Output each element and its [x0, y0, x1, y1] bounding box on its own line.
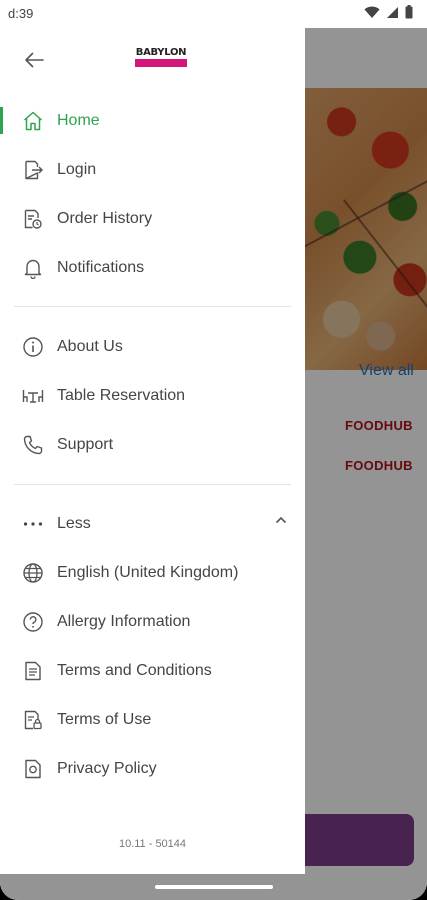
status-time: d:39: [8, 6, 34, 21]
chevron-up-icon: [275, 516, 287, 524]
more-menu: Less English (United Kingdom) Allergy In…: [0, 499, 305, 793]
table-icon: [22, 385, 44, 407]
menu-label: Terms and Conditions: [57, 661, 212, 679]
receipt-icon: [22, 208, 44, 230]
battery-icon: [405, 5, 413, 19]
menu-label: Table Reservation: [57, 386, 186, 404]
more-horizontal-icon: [22, 513, 44, 535]
menu-label: Less: [57, 514, 91, 532]
logo-text: BABYLON: [135, 47, 187, 58]
menu-item-notifications[interactable]: Notifications: [0, 243, 305, 292]
home-icon: [22, 110, 44, 132]
menu-item-order-history[interactable]: Order History: [0, 194, 305, 243]
menu-label: Notifications: [57, 258, 145, 276]
wifi-icon: [364, 6, 380, 19]
privacy-icon: [22, 758, 44, 780]
phone-icon: [22, 434, 44, 456]
menu-item-language[interactable]: English (United Kingdom): [0, 548, 305, 597]
status-bar: d:39: [0, 0, 427, 28]
globe-icon: [22, 562, 44, 584]
back-button[interactable]: [18, 44, 50, 76]
bell-icon: [22, 257, 44, 279]
menu-label: Privacy Policy: [57, 759, 157, 777]
menu-label: Allergy Information: [57, 612, 191, 630]
arrow-left-icon: [24, 52, 44, 68]
phone-screen: d:39 View all FOODHUB FOODHUB BABYLON Ho…: [0, 0, 427, 900]
menu-item-about-us[interactable]: About Us: [0, 322, 305, 371]
menu-item-less-toggle[interactable]: Less: [0, 499, 305, 548]
logo-band: [135, 59, 187, 67]
info-menu: About Us Table Reservation Support: [0, 322, 305, 469]
menu-item-privacy-policy[interactable]: Privacy Policy: [0, 744, 305, 793]
login-icon: [22, 159, 44, 181]
status-icons: [364, 5, 413, 19]
document-lock-icon: [22, 709, 44, 731]
menu-label: Home: [57, 111, 100, 129]
menu-item-terms-of-use[interactable]: Terms of Use: [0, 695, 305, 744]
menu-item-terms-and-conditions[interactable]: Terms and Conditions: [0, 646, 305, 695]
navigation-drawer: BABYLON Home Login Order History Notific…: [0, 28, 305, 874]
menu-item-support[interactable]: Support: [0, 420, 305, 469]
restaurant-logo: BABYLON: [135, 47, 187, 69]
menu-item-table-reservation[interactable]: Table Reservation: [0, 371, 305, 420]
menu-label: About Us: [57, 337, 123, 355]
menu-item-login[interactable]: Login: [0, 145, 305, 194]
gesture-navigation-bar[interactable]: [155, 885, 273, 889]
menu-item-allergy-information[interactable]: Allergy Information: [0, 597, 305, 646]
divider: [14, 484, 291, 485]
help-circle-icon: [22, 611, 44, 633]
document-icon: [22, 660, 44, 682]
menu-label: English (United Kingdom): [57, 563, 239, 581]
main-menu: Home Login Order History Notifications: [0, 96, 305, 292]
divider: [14, 306, 291, 307]
signal-icon: [386, 6, 399, 19]
app-version: 10.11 - 50144: [118, 838, 187, 850]
menu-label: Support: [57, 435, 114, 453]
menu-label: Terms of Use: [57, 710, 152, 728]
menu-label: Order History: [57, 209, 153, 227]
info-icon: [22, 336, 44, 358]
menu-label: Login: [57, 160, 97, 178]
drawer-header: BABYLON: [0, 28, 305, 88]
menu-item-home[interactable]: Home: [0, 96, 305, 145]
